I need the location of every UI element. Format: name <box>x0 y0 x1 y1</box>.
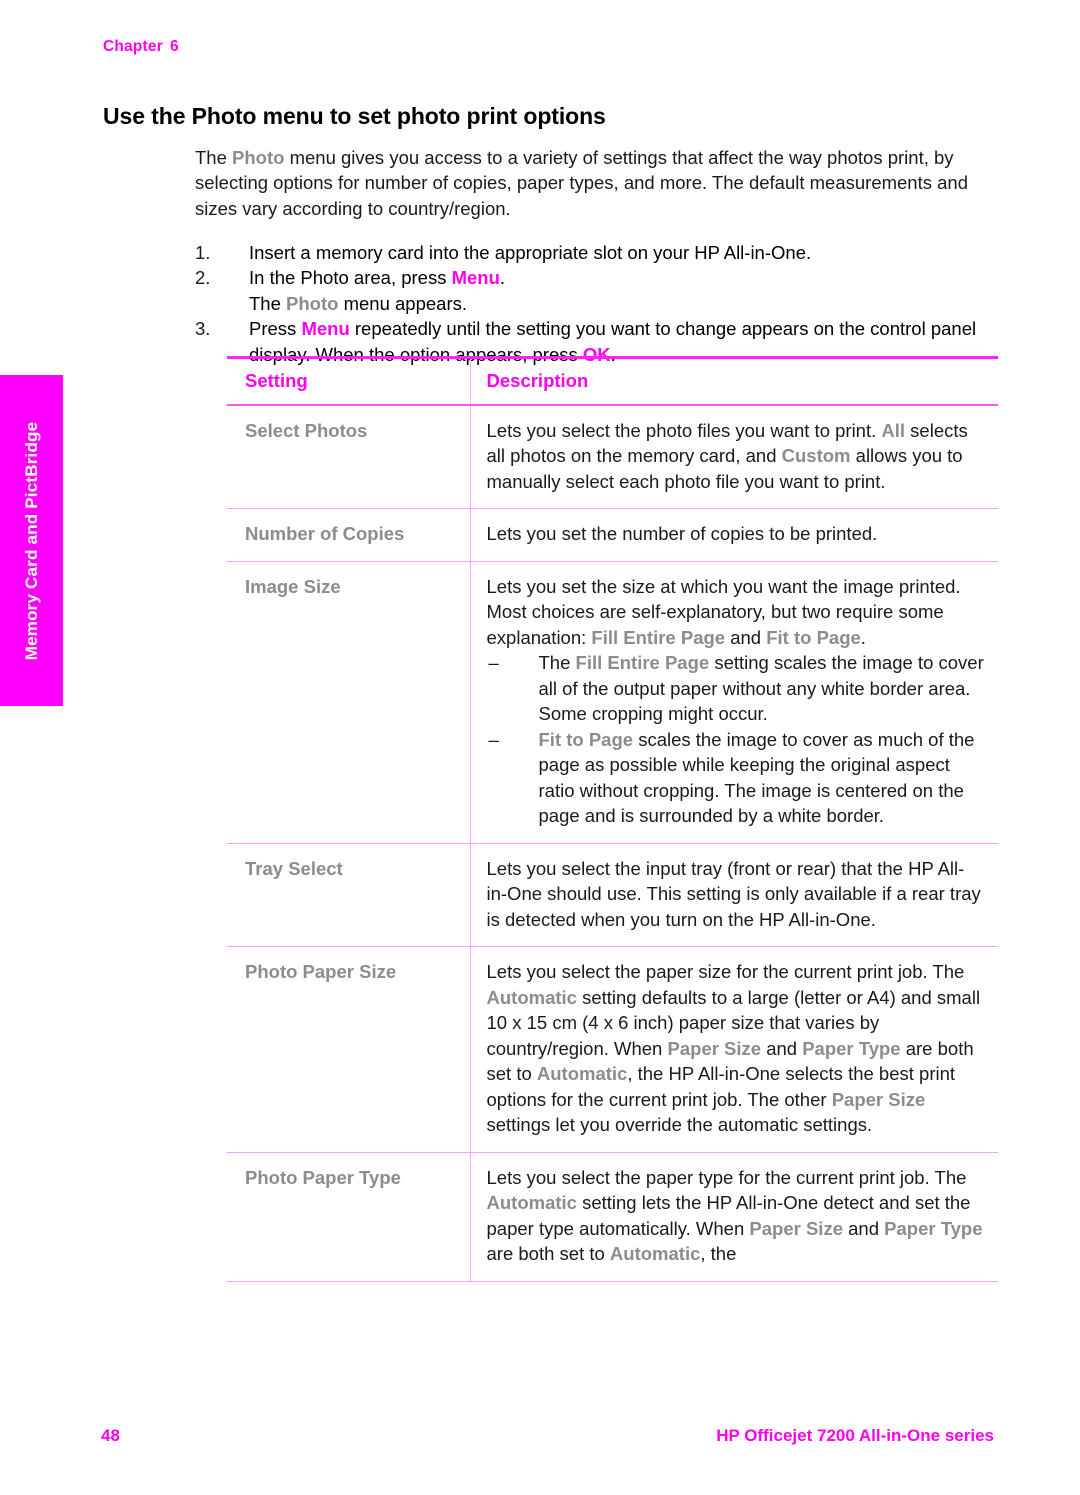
footer-page-number: 48 <box>101 1426 120 1445</box>
table-row: Photo Paper Size Lets you select the pape… <box>227 946 998 1153</box>
step-2-segment-1: Menu <box>301 318 350 339</box>
step-1-sub-segment-0: The <box>249 292 287 314</box>
table-header-row: Setting Description <box>227 356 998 406</box>
row-5-desc-segment-0: Lets you select the paper type for the c… <box>486 1166 967 1188</box>
step-1-sub-segment-1: Photo <box>286 292 339 314</box>
setting-description-cell: Lets you select the input tray (front or… <box>469 843 998 947</box>
row-0-desc-segment-0: Lets you select the photo files you want… <box>486 419 882 441</box>
step-1-segment-1: Menu <box>451 267 500 288</box>
dash-list-item-text: Fit to Page scales the image to cover as… <box>539 729 975 827</box>
row-5-desc-segment-5: Paper Type <box>884 1217 983 1239</box>
description-paragraph: Lets you select the photo files you want… <box>487 418 985 495</box>
body-content: The Photo menu gives you access to a var… <box>195 126 1005 367</box>
description-paragraph: Lets you select the paper type for the c… <box>487 1165 985 1267</box>
row-2-bullet-0-segment-1: Fill Entire Page <box>575 652 710 673</box>
document-page: Chapter 6 Memory Card and PictBridge Use … <box>0 0 1080 1495</box>
setting-description-cell: Lets you select the photo files you want… <box>469 404 998 509</box>
intro-part2: menu gives you access to a variety of se… <box>195 146 968 219</box>
setting-name-cell: Number of Copies <box>227 508 470 562</box>
dash-bullet-marker: – <box>488 728 499 750</box>
dash-bullet-marker: – <box>488 652 499 673</box>
row-0-desc-segment-1: All <box>881 419 906 441</box>
step-1-sub-segment-2: menu appears. <box>338 292 467 314</box>
step-text: Insert a memory card into the appropriat… <box>249 242 811 263</box>
setting-description-cell: Lets you set the size at which you want … <box>469 561 998 844</box>
step-text: In the Photo area, press Menu. <box>249 267 505 288</box>
row-2-desc-segment-1: Fill Entire Page <box>591 626 726 648</box>
running-header: Chapter 6 <box>103 38 179 56</box>
row-4-desc-segment-3: Paper Size <box>667 1037 762 1059</box>
side-tab: Memory Card and PictBridge <box>0 375 63 706</box>
setting-description-cell: Lets you select the paper type for the c… <box>469 1152 998 1282</box>
row-5-desc-segment-3: Paper Size <box>749 1217 843 1239</box>
description-paragraph: Lets you select the input tray (front or… <box>487 856 985 933</box>
side-tab-label: Memory Card and PictBridge <box>21 421 41 660</box>
footer-product-name: HP Officejet 7200 All-in-One series <box>716 1426 994 1445</box>
step-0-segment-0: Insert a memory card into the appropriat… <box>249 241 812 263</box>
procedure-step: 1. Insert a memory card into the appropri… <box>195 240 1005 266</box>
row-4-desc-segment-0: Lets you select the paper size for the c… <box>486 961 965 982</box>
setting-name-cell: Tray Select <box>227 843 470 947</box>
setting-name-cell: Photo Paper Type <box>227 1152 470 1282</box>
row-5-desc-segment-8: , the <box>700 1243 737 1264</box>
row-2-bullet-1-segment-0: Fit to Page <box>538 728 634 750</box>
setting-name-cell: Select Photos <box>227 404 470 509</box>
procedure-steps: 1. Insert a memory card into the appropri… <box>195 240 1005 368</box>
table-row: Select Photos Lets you select the photo f… <box>227 404 998 509</box>
table-row: Tray Select Lets you select the input tra… <box>227 843 998 947</box>
row-2-desc-segment-3: Fit to Page <box>766 626 861 648</box>
row-5-desc-segment-1: Automatic <box>486 1192 577 1213</box>
dash-list-item: – The Fill Entire Page setting scales the… <box>487 650 985 727</box>
row-4-desc-segment-4: and <box>761 1037 803 1059</box>
step-1-segment-0: In the Photo area, press <box>249 267 452 288</box>
intro-part1: The <box>195 146 233 168</box>
row-4-desc-segment-9: Paper Size <box>831 1088 926 1110</box>
column-header-setting: Setting <box>227 356 470 406</box>
row-1-desc-segment-0: Lets you set the number of copies to be … <box>486 523 878 544</box>
step-result-text: The Photo menu appears. <box>249 291 1005 317</box>
row-5-desc-segment-4: and <box>842 1217 885 1239</box>
row-0-desc-segment-3: Custom <box>781 445 851 466</box>
chapter-label: Chapter <box>103 38 163 55</box>
intro-paragraph: The Photo menu gives you access to a var… <box>195 145 1005 222</box>
setting-name-cell: Image Size <box>227 561 470 844</box>
description-paragraph: Lets you set the size at which you want … <box>487 574 985 651</box>
description-paragraph: Lets you set the number of copies to be … <box>487 521 985 547</box>
setting-name-cell: Photo Paper Size <box>227 946 470 1153</box>
setting-description-cell: Lets you set the number of copies to be … <box>469 508 998 562</box>
table-row: Image Size Lets you set the size at which… <box>227 561 998 844</box>
step-marker: 2. <box>195 267 211 288</box>
settings-table: Setting Description Select Photos Lets yo… <box>227 356 998 1282</box>
setting-description-cell: Lets you select the paper size for the c… <box>469 946 998 1153</box>
row-2-desc-segment-2: and <box>725 626 767 648</box>
procedure-step: 2. In the Photo area, press Menu. The Phot… <box>195 265 1005 316</box>
row-3-desc-segment-0: Lets you select the input tray (front or… <box>486 857 981 930</box>
step-marker: 1. <box>195 241 211 263</box>
row-4-desc-segment-5: Paper Type <box>802 1037 901 1059</box>
row-2-bullet-0-segment-0: The <box>538 652 576 673</box>
step-1-segment-2: . <box>499 267 506 288</box>
table-row: Photo Paper Type Lets you select the pape… <box>227 1152 998 1282</box>
description-dash-list: – The Fill Entire Page setting scales the… <box>487 650 985 829</box>
row-2-desc-segment-4: . <box>860 626 866 648</box>
row-4-desc-segment-7: Automatic <box>536 1063 628 1084</box>
column-header-description: Description <box>469 356 998 406</box>
row-5-desc-segment-7: Automatic <box>609 1243 701 1264</box>
intro-ui-photo: Photo <box>232 146 285 168</box>
step-marker: 3. <box>195 318 211 339</box>
dash-list-item: – Fit to Page scales the image to cover a… <box>487 727 985 829</box>
step-2-segment-0: Press <box>249 318 302 339</box>
row-4-desc-segment-10: settings let you override the automatic … <box>486 1114 873 1135</box>
row-5-desc-segment-6: are both set to <box>486 1243 610 1264</box>
settings-table-body: Select Photos Lets you select the photo f… <box>227 404 998 1282</box>
table-row: Number of Copies Lets you set the number … <box>227 508 998 562</box>
dash-list-item-text: The Fill Entire Page setting scales the … <box>539 652 984 724</box>
chapter-number: 6 <box>169 38 179 55</box>
description-paragraph: Lets you select the paper size for the c… <box>487 959 985 1138</box>
row-4-desc-segment-1: Automatic <box>486 986 577 1008</box>
